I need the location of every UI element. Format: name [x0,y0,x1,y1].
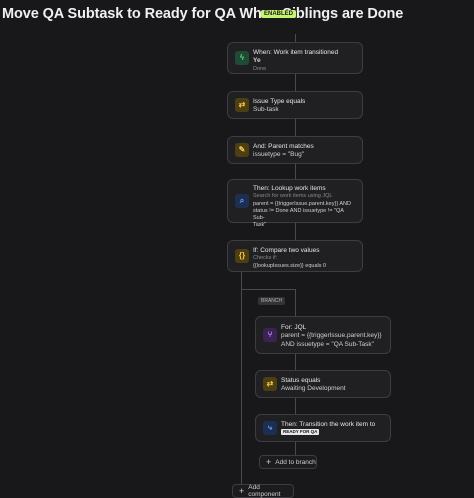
add-component-button[interactable]: + Add component [232,484,294,498]
plus-icon: + [266,457,272,467]
trigger-title: When: Work item transitioned [253,49,339,56]
condition-value: Awaiting Development [281,385,346,393]
trigger-card[interactable]: ϟ When: Work item transitioned Ye Done [227,42,363,74]
page-title: Move QA Subtask to Ready for QA When Sib… [2,6,404,22]
parent-matches-card[interactable]: ✎ And: Parent matches issuetype = "Bug" [227,136,363,164]
trigger-to: Done [253,65,267,72]
condition-value: issuetype = "Bug" [253,151,305,159]
swap-icon: ⇄ [235,98,249,112]
condition-value: Sub-task [253,106,279,114]
status-lozenge: READY FOR QA [281,429,320,436]
branch-for-jql-card[interactable]: ⑂ For: JQL parent = {{triggerIssue.paren… [255,316,391,354]
braces-icon: {} [235,249,249,263]
condition-title: If: Compare two values [253,247,320,254]
add-component-label: Add component [248,484,281,498]
condition-title: And: Parent matches [253,143,314,150]
condition-value: {{lookupIssues.size}} equals 0 [253,262,327,269]
add-to-branch-button[interactable]: + Add to branch [259,455,317,469]
flow-connector [241,272,242,494]
status-badge: ENABLED [261,10,297,18]
lightning-icon: ϟ [235,51,249,65]
transition-action-card[interactable]: ⤷ Then: Transition the work item to READ… [255,414,391,442]
branch-label: BRANCH [258,297,286,305]
branch-icon: ⑂ [263,328,277,342]
compare-condition-card[interactable]: {} If: Compare two values Checks if: {{l… [227,240,363,272]
condition-title: Issue Type equals [253,98,306,105]
jql-line: status != Done AND issuetype != "QA Sub- [253,207,344,221]
condition-title: Status equals [281,377,321,384]
add-to-branch-label: Add to branch [275,458,316,466]
plus-icon: + [239,486,245,496]
status-condition-card[interactable]: ⇄ Status equals Awaiting Development [255,370,391,398]
transition-icon: ⤷ [263,421,277,435]
action-title: Then: Transition the work item to [281,421,376,428]
action-subtitle: Search for work items using JQL [253,193,333,200]
branch-title: For: JQL [281,324,307,331]
flow-connector [241,289,295,290]
jql-line: Task" [253,222,267,228]
jql-line: parent = {{triggerIssue.parent.key}} [281,332,382,340]
issue-type-condition-card[interactable]: ⇄ Issue Type equals Sub-task [227,91,363,119]
jql-line: parent = {{triggerIssue.parent.key}} AND [253,200,351,207]
trigger-from: Ye [253,57,261,65]
swap-icon: ⇄ [263,377,277,391]
condition-subtitle: Checks if: [253,255,278,262]
action-title: Then: Lookup work items [253,185,326,192]
search-icon: ⌕ [235,194,249,208]
lookup-action-card[interactable]: ⌕ Then: Lookup work items Search for wor… [227,179,363,228]
pencil-icon: ✎ [235,143,249,157]
jql-line: AND issuetype = "QA Sub-Task" [281,340,374,348]
